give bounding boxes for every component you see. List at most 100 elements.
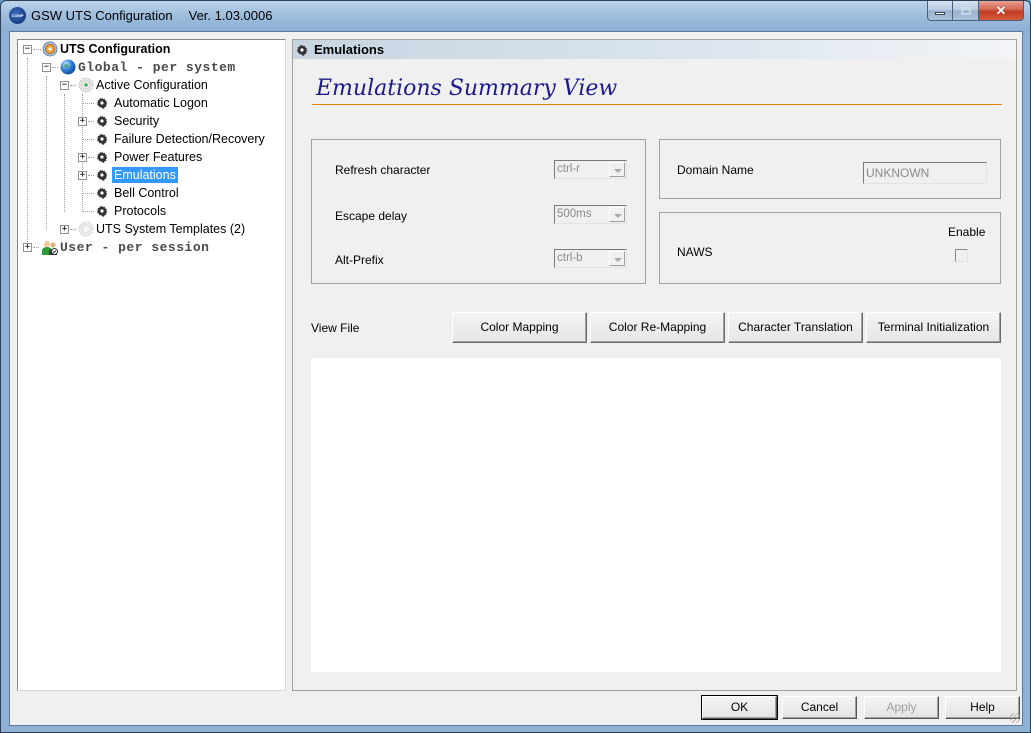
tree-node-label: Security [114,114,160,128]
tree-connector [88,121,94,122]
close-button[interactable]: ✕ [979,1,1024,21]
tree-node-label: Protocols [114,204,167,218]
tree-connector [33,49,41,50]
tree-node-label: Automatic Logon [114,96,208,110]
tree-node-label: Failure Detection/Recovery [114,132,265,146]
tree-connector [27,58,28,248]
title-bar[interactable]: COMP GSW UTS Configuration Ver. 1.03.0006… [1,1,1030,31]
expand-toggle[interactable]: + [78,117,87,126]
tree-node-label: User - per session [60,239,210,255]
caption-buttons: ✕ [927,1,1024,21]
file-viewer-area[interactable] [311,358,1001,672]
tree-node-label: UTS System Templates (2) [96,222,246,236]
alt-prefix-value: ctrl-b [557,252,583,264]
refresh-character-label: Refresh character [335,163,431,177]
escape-delay-value: 500ms [557,208,592,220]
gear-icon [296,44,308,56]
app-version: Ver. 1.03.0006 [188,8,273,23]
view-file-label: View File [311,321,360,335]
collapse-toggle[interactable]: − [42,63,51,72]
tree-node-uts-configuration[interactable]: UTS Configuration [42,40,172,58]
escape-delay-select[interactable]: 500ms [554,205,627,224]
collapse-toggle[interactable]: − [23,45,32,54]
expand-toggle[interactable]: + [60,225,69,234]
cancel-button[interactable]: Cancel [782,696,857,719]
character-translation-button[interactable]: Character Translation [728,312,863,343]
window-title: GSW UTS Configuration Ver. 1.03.0006 [31,8,272,23]
dropdown-arrow-icon [609,162,625,177]
tree-node-label: Bell Control [114,186,179,200]
help-button[interactable]: Help [945,696,1020,719]
tree-connector [52,67,58,68]
tree-node-protocols[interactable]: Protocols [96,202,168,220]
app-title: GSW UTS Configuration [31,8,173,23]
minimize-button[interactable] [927,1,953,21]
tree-connector [82,211,94,212]
dropdown-arrow-icon [609,251,625,266]
dropdown-arrow-icon [609,207,625,222]
tree-node-automatic-logon[interactable]: Automatic Logon [96,94,210,112]
color-remapping-button[interactable]: Color Re-Mapping [590,312,725,343]
collapse-toggle[interactable]: − [60,81,69,90]
naws-group: Enable NAWS [659,212,1001,284]
tree-node-label: Global - per system [78,59,236,75]
tree-node-power-features[interactable]: Power Features [96,148,204,166]
config-tree[interactable]: − UTS Configuration − Global - per syste… [17,39,286,691]
gear-icon [96,151,108,163]
tree-connector [64,94,65,212]
gear-icon [96,205,108,217]
app-window: COMP GSW UTS Configuration Ver. 1.03.0006… [0,0,1031,733]
emulations-panel: Emulations Emulations Summary View Refre… [292,39,1017,691]
page-title: Emulations Summary View [316,76,618,101]
naws-enable-checkbox[interactable] [955,249,968,262]
minimize-icon [935,12,945,15]
tree-node-label: Emulations [112,167,178,183]
title-divider [312,104,1002,105]
expand-toggle[interactable]: + [78,171,87,180]
tree-node-user[interactable]: User - per session [42,238,211,256]
inactive-gear-icon [78,221,94,237]
emulation-settings-group: Refresh character ctrl-r Escape delay 50… [311,139,646,284]
tree-node-bell-control[interactable]: Bell Control [96,184,181,202]
terminal-initialization-button[interactable]: Terminal Initialization [866,312,1001,343]
tree-node-label: Power Features [114,150,203,164]
domain-name-group: Domain Name UNKNOWN [659,139,1001,199]
gear-icon [96,169,108,181]
section-header: Emulations [293,40,1016,59]
alt-prefix-label: Alt-Prefix [335,253,384,267]
domain-name-label: Domain Name [677,163,754,177]
tree-connector [70,229,76,230]
naws-label: NAWS [677,245,713,259]
tree-node-uts-system-templates[interactable]: UTS System Templates (2) [78,220,247,238]
color-mapping-button[interactable]: Color Mapping [452,312,587,343]
alt-prefix-select[interactable]: ctrl-b [554,249,627,268]
tree-node-security[interactable]: Security [96,112,161,130]
domain-name-field[interactable]: UNKNOWN [863,162,987,184]
expand-toggle[interactable]: + [23,243,32,252]
dialog-client-area: − UTS Configuration − Global - per syste… [9,31,1023,726]
tree-node-active-configuration[interactable]: Active Configuration [78,76,210,94]
tree-node-failure-detection[interactable]: Failure Detection/Recovery [96,130,267,148]
globe-icon [60,59,76,75]
resize-grip-icon[interactable] [1010,713,1020,723]
tree-node-label: UTS Configuration [60,42,171,56]
tree-node-global[interactable]: Global - per system [60,58,238,76]
active-gear-icon [78,77,94,93]
tree-connector [70,85,76,86]
naws-enable-label: Enable [948,225,986,239]
close-icon: ✕ [995,2,1007,18]
gear-icon [96,115,108,127]
expand-toggle[interactable]: + [78,153,87,162]
refresh-character-select[interactable]: ctrl-r [554,160,627,179]
ok-button[interactable]: OK [701,695,778,720]
maximize-button[interactable] [953,1,979,21]
users-icon [42,241,58,255]
gear-icon [96,133,108,145]
escape-delay-label: Escape delay [335,209,408,223]
apply-button[interactable]: Apply [864,696,939,719]
tree-connector [82,139,94,140]
app-logo-icon: COMP [9,7,26,24]
tree-connector [82,103,94,104]
maximize-icon [960,6,971,15]
tree-node-emulations[interactable]: Emulations [96,166,178,184]
